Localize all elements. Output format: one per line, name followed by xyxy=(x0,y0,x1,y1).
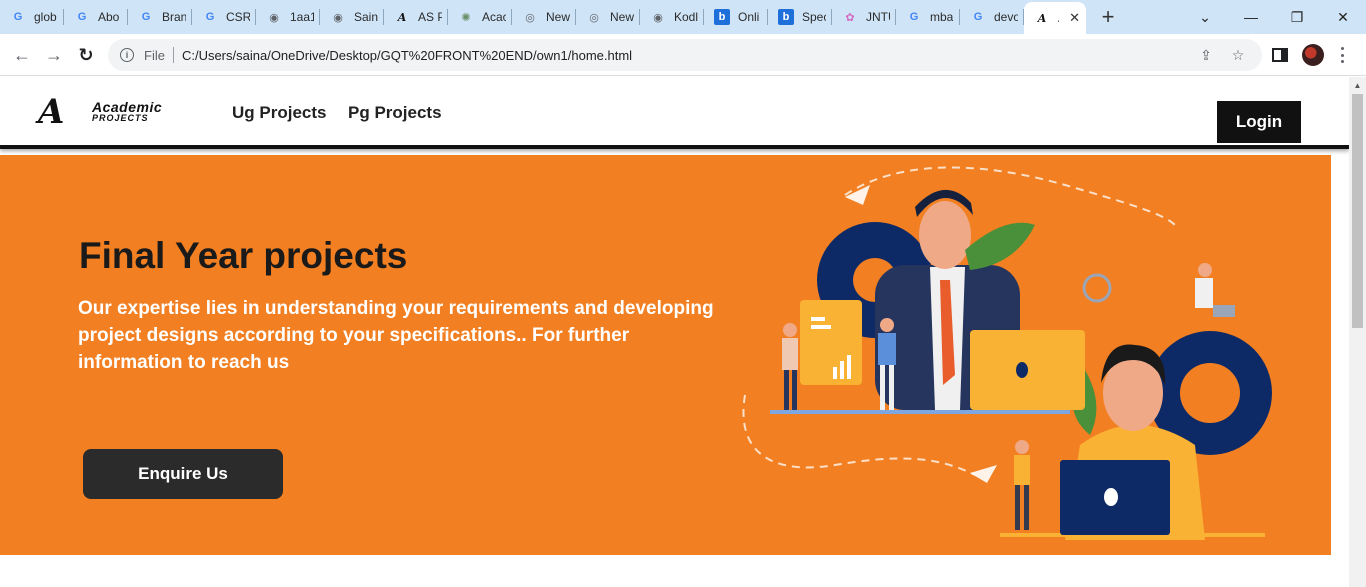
tab-9[interactable]: ◎ New xyxy=(512,0,576,34)
tab-label: New xyxy=(610,10,634,24)
close-window-button[interactable]: ✕ xyxy=(1320,0,1366,34)
menu-icon[interactable] xyxy=(1340,47,1344,63)
tab-label: 1aa1 xyxy=(290,10,314,24)
tab-13[interactable]: b Spec xyxy=(768,0,832,34)
tab-label: New xyxy=(546,10,570,24)
info-icon[interactable]: i xyxy=(120,48,134,62)
tab-16[interactable]: Gdevo xyxy=(960,0,1024,34)
restore-button[interactable]: ❐ xyxy=(1274,0,1320,34)
tab-label: JNTU xyxy=(866,10,890,24)
tab-11[interactable]: ◉ Kodl xyxy=(640,0,704,34)
tab-12[interactable]: b Onli xyxy=(704,0,768,34)
login-button[interactable]: Login xyxy=(1217,101,1301,143)
reload-button[interactable]: ↻ xyxy=(72,41,100,69)
google-icon: G xyxy=(973,11,983,23)
tab-label: glob xyxy=(34,10,57,24)
page-viewport: A Academic PROJECTS Ug Projects Pg Proje… xyxy=(0,77,1366,587)
tab-label: Acac xyxy=(482,10,506,24)
globe-icon: ◉ xyxy=(269,11,279,24)
forward-button[interactable]: → xyxy=(40,41,68,69)
globe-icon: ◉ xyxy=(333,11,343,24)
tab-14[interactable]: ✿ JNTU xyxy=(832,0,896,34)
academic-logo-icon: A xyxy=(397,10,407,24)
hero-description: Our expertise lies in understanding your… xyxy=(78,298,714,373)
tab-label: devo xyxy=(994,10,1018,24)
browser-toolbar: ← → ↻ i File C:/Users/saina/OneDrive/Des… xyxy=(0,34,1366,76)
site-header: A Academic PROJECTS Ug Projects Pg Proje… xyxy=(0,77,1349,149)
tab-10[interactable]: ◎ New xyxy=(576,0,640,34)
tab-label: Spec xyxy=(802,10,826,24)
tab-label: Kodl xyxy=(674,10,698,24)
tab-1[interactable]: Gglob xyxy=(0,0,64,34)
b-icon: b xyxy=(778,9,794,25)
minimize-button[interactable]: — xyxy=(1228,0,1274,34)
scrollbar-thumb[interactable] xyxy=(1352,94,1363,328)
logo-word-secondary: PROJECTS xyxy=(92,113,149,123)
tab-6[interactable]: ◉ Sain xyxy=(320,0,384,34)
divider xyxy=(172,47,174,63)
tab-label: AS P xyxy=(418,10,442,24)
nav-pg-projects[interactable]: Pg Projects xyxy=(348,103,442,123)
google-icon: G xyxy=(909,11,919,23)
tab-label: mba xyxy=(930,10,954,24)
tab-2[interactable]: G Abo xyxy=(64,0,128,34)
url-text[interactable]: C:/Users/saina/OneDrive/Desktop/GQT%20FR… xyxy=(182,48,632,63)
google-icon: G xyxy=(13,11,23,23)
tab-list: Gglob G Abo G Bran G CSR ◉ 1aa1 ◉ Sain A AS P ✺ Acac ◎ N… xyxy=(0,0,1024,34)
url-scheme: File xyxy=(144,47,165,63)
chrome-icon: ◎ xyxy=(589,11,599,24)
hero-title: Final Year projects xyxy=(79,235,408,276)
close-tab-icon[interactable]: ✕ xyxy=(1069,10,1080,26)
tab-15[interactable]: Gmba xyxy=(896,0,960,34)
tab-active[interactable]: A A ✕ xyxy=(1024,2,1086,34)
google-icon: G xyxy=(77,11,87,23)
globe-icon: ◉ xyxy=(653,11,663,24)
logo-mark-icon: A xyxy=(38,92,65,132)
academic-logo-icon: A xyxy=(1037,11,1047,25)
tab-label: Abo xyxy=(98,10,120,24)
enquire-button[interactable]: Enquire Us xyxy=(83,449,283,499)
flower-icon: ✿ xyxy=(845,11,855,24)
tab-7[interactable]: A AS P xyxy=(384,0,448,34)
tab-8[interactable]: ✺ Acac xyxy=(448,0,512,34)
site-logo[interactable]: A Academic PROJECTS xyxy=(38,95,206,129)
hero-illustration xyxy=(742,166,1272,540)
tab-label: Bran xyxy=(162,10,186,24)
google-icon: G xyxy=(141,11,151,23)
tab-label: Onli xyxy=(738,10,760,24)
profile-avatar[interactable] xyxy=(1302,44,1324,66)
tab-5[interactable]: ◉ 1aa1 xyxy=(256,0,320,34)
scroll-up-icon[interactable]: ▲ xyxy=(1349,77,1366,94)
chrome-icon: ◎ xyxy=(525,11,535,24)
new-tab-button[interactable]: + xyxy=(1096,4,1120,30)
tab-label: A xyxy=(1058,11,1059,25)
tab-label: CSR xyxy=(226,10,250,24)
page-scrollbar[interactable]: ▲ xyxy=(1349,77,1366,587)
tab-4[interactable]: G CSR xyxy=(192,0,256,34)
tab-3[interactable]: G Bran xyxy=(128,0,192,34)
openai-icon: ✺ xyxy=(461,11,471,24)
nav-ug-projects[interactable]: Ug Projects xyxy=(232,103,326,123)
back-button[interactable]: ← xyxy=(8,41,36,69)
hero-section: Final Year projects Our expertise lies i… xyxy=(0,155,1331,555)
address-bar[interactable]: i File C:/Users/saina/OneDrive/Desktop/G… xyxy=(108,39,1262,71)
tab-search-icon[interactable]: ⌄ xyxy=(1182,0,1228,34)
google-icon: G xyxy=(205,11,215,23)
bookmark-star-icon[interactable]: ☆ xyxy=(1230,47,1246,63)
share-icon[interactable]: ⇪ xyxy=(1198,47,1214,63)
b-icon: b xyxy=(714,9,730,25)
side-panel-icon[interactable] xyxy=(1271,46,1289,64)
tab-strip: Gglob G Abo G Bran G CSR ◉ 1aa1 ◉ Sain A AS P ✺ Acac ◎ N… xyxy=(0,0,1366,34)
tab-label: Sain xyxy=(354,10,378,24)
